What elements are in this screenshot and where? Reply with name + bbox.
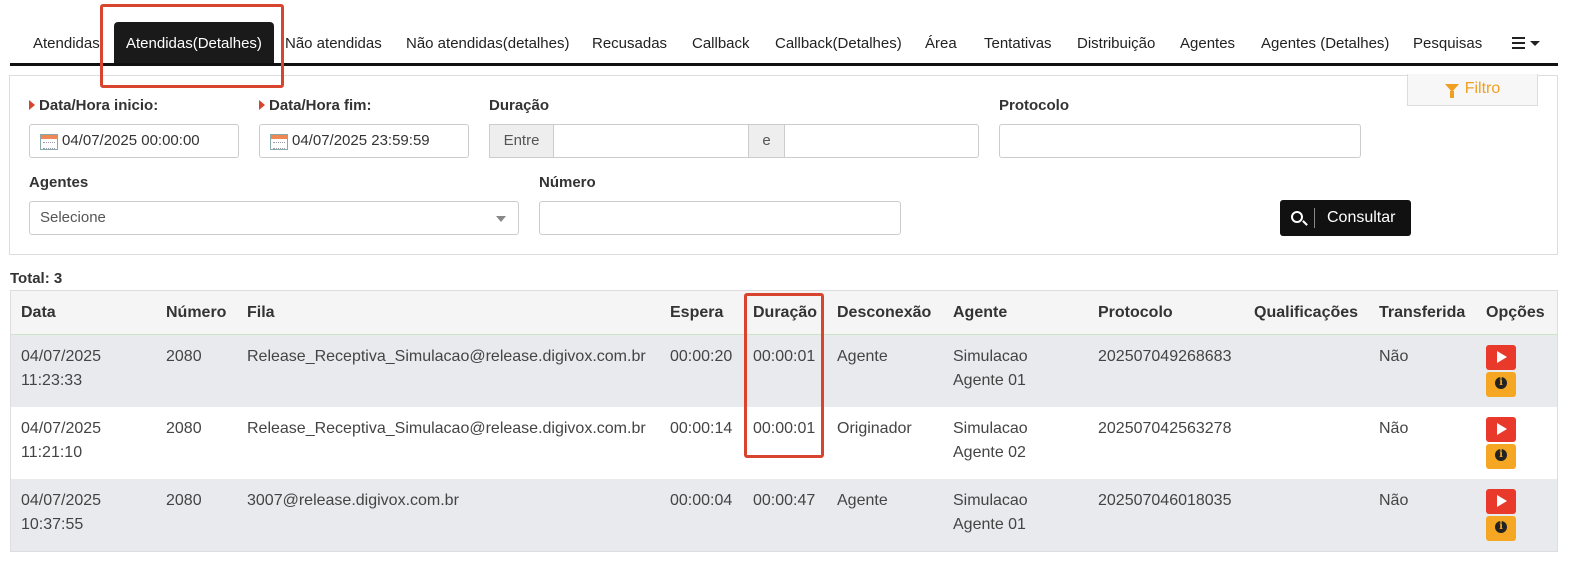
cell-transferred: Não (1379, 420, 1409, 437)
cell-queue: 3007@release.digivox.com.br (247, 492, 459, 509)
tab-agentes-detalhes[interactable]: Agentes (Detalhes) (1261, 22, 1389, 63)
cell-protocol: 202507049268683 (1098, 348, 1232, 365)
play-recording-button[interactable] (1486, 489, 1516, 514)
duration-to-input[interactable] (784, 124, 979, 158)
more-tabs-menu[interactable] (1512, 35, 1546, 53)
tab-atendidas-detalhes[interactable]: Atendidas(Detalhes) (114, 22, 274, 63)
cell-agent: Simulacao Agente 01 (953, 492, 1028, 533)
filter-toggle-label: Filtro (1464, 80, 1501, 97)
cell-wait: 00:00:20 (670, 348, 733, 365)
tab-distribuicao[interactable]: Distribuição (1077, 22, 1155, 63)
col-espera[interactable]: Espera (670, 291, 723, 335)
number-label: Número (539, 174, 596, 191)
col-data[interactable]: Data (21, 291, 56, 335)
cell-duration: 00:00:47 (753, 492, 816, 509)
cell-agent: Simulacao Agente 02 (953, 420, 1028, 461)
tab-pesquisas[interactable]: Pesquisas (1413, 22, 1482, 63)
cell-protocol: 202507046018035 (1098, 492, 1232, 509)
search-icon (1291, 211, 1303, 223)
col-agente[interactable]: Agente (953, 291, 1007, 335)
funnel-icon (1444, 84, 1459, 98)
tab-tentativas[interactable]: Tentativas (984, 22, 1052, 63)
cell-date: 04/07/2025 10:37:55 (21, 492, 102, 533)
table-header: Data Número Fila Espera Duração Desconex… (11, 291, 1557, 335)
required-marker-icon (29, 100, 35, 110)
end-date-label: Data/Hora fim: (259, 97, 372, 114)
cell-number: 2080 (166, 492, 202, 509)
col-transferida[interactable]: Transferida (1379, 291, 1465, 335)
info-button[interactable] (1486, 444, 1516, 469)
hamburger-menu-icon (1512, 37, 1525, 52)
table-row: 04/07/2025 11:21:10 2080 Release_Receptiv… (11, 407, 1557, 479)
agents-select[interactable]: Selecione (29, 201, 519, 235)
duration-and-addon: e (748, 124, 785, 158)
tab-nao-atendidas-detalhes[interactable]: Não atendidas(detalhes) (406, 22, 569, 63)
protocol-input[interactable] (999, 124, 1361, 158)
start-date-input[interactable]: 04/07/2025 00:00:00 (29, 124, 239, 158)
caret-down-icon (1530, 41, 1540, 46)
table-row: 04/07/2025 10:37:55 2080 3007@release.dig… (11, 479, 1557, 551)
cell-queue: Release_Receptiva_Simulacao@release.digi… (247, 348, 646, 365)
cell-disconnect: Agente (837, 492, 888, 509)
col-numero[interactable]: Número (166, 291, 226, 335)
col-desconexao[interactable]: Desconexão (837, 291, 931, 335)
cell-transferred: Não (1379, 492, 1409, 509)
col-opcoes: Opções (1486, 304, 1545, 321)
cell-duration: 00:00:01 (753, 420, 816, 437)
tab-callback-detalhes[interactable]: Callback(Detalhes) (775, 22, 902, 63)
cell-duration: 00:00:01 (753, 348, 816, 365)
table-row: 04/07/2025 11:23:33 2080 Release_Receptiv… (11, 335, 1557, 407)
info-button[interactable] (1486, 516, 1516, 541)
filter-toggle-button[interactable]: Filtro (1407, 74, 1538, 106)
cell-number: 2080 (166, 348, 202, 365)
results-table: Data Número Fila Espera Duração Desconex… (10, 290, 1558, 552)
cell-wait: 00:00:14 (670, 420, 733, 437)
tab-callback[interactable]: Callback (692, 22, 750, 63)
col-fila[interactable]: Fila (247, 291, 275, 335)
cell-date: 04/07/2025 11:23:33 (21, 348, 102, 389)
cell-transferred: Não (1379, 348, 1409, 365)
play-recording-button[interactable] (1486, 345, 1516, 370)
col-protocolo[interactable]: Protocolo (1098, 291, 1173, 335)
duration-between-addon: Entre (489, 124, 554, 158)
cell-number: 2080 (166, 420, 202, 437)
cell-disconnect: Originador (837, 420, 912, 437)
cell-wait: 00:00:04 (670, 492, 733, 509)
calendar-icon (40, 134, 58, 150)
info-button[interactable] (1486, 372, 1516, 397)
agents-label: Agentes (29, 174, 89, 191)
tab-agentes[interactable]: Agentes (1180, 22, 1235, 63)
col-duracao[interactable]: Duração (753, 291, 817, 335)
cell-disconnect: Agente (837, 348, 888, 365)
play-recording-button[interactable] (1486, 417, 1516, 442)
report-tabs: Atendidas Atendidas(Detalhes) Não atendi… (10, 22, 1558, 66)
cell-queue: Release_Receptiva_Simulacao@release.digi… (247, 420, 646, 437)
duration-label: Duração (489, 97, 550, 114)
cell-agent: Simulacao Agente 01 (953, 348, 1028, 389)
cell-protocol: 202507042563278 (1098, 420, 1232, 437)
end-date-input[interactable]: 04/07/2025 23:59:59 (259, 124, 469, 158)
col-qualificacoes[interactable]: Qualificações (1254, 291, 1358, 335)
tab-recusadas[interactable]: Recusadas (592, 22, 667, 63)
number-input[interactable] (539, 201, 901, 235)
duration-from-input[interactable] (553, 124, 749, 158)
chevron-down-icon (496, 216, 506, 222)
tab-area[interactable]: Área (925, 22, 957, 63)
agents-select-value: Selecione (40, 209, 106, 226)
consultar-label: Consultar (1327, 209, 1396, 226)
start-date-label: Data/Hora inicio: (29, 97, 158, 114)
cell-date: 04/07/2025 11:21:10 (21, 420, 102, 461)
tab-atendidas[interactable]: Atendidas (33, 22, 100, 63)
required-marker-icon (259, 100, 265, 110)
consultar-button[interactable]: Consultar (1280, 200, 1411, 236)
calendar-icon (270, 134, 288, 150)
protocol-label: Protocolo (999, 97, 1069, 114)
total-count: Total: 3 (10, 270, 63, 287)
tab-nao-atendidas[interactable]: Não atendidas (285, 22, 382, 63)
